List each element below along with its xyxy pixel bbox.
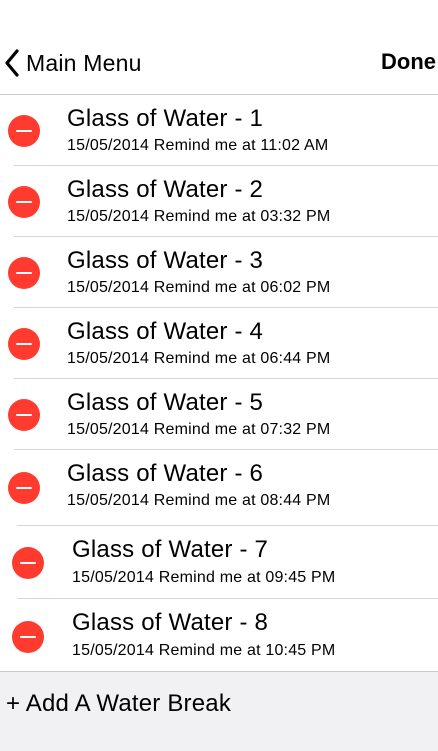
list-item[interactable]: Glass of Water - 8 15/05/2014 Remind me … bbox=[0, 599, 438, 671]
item-subtitle: 15/05/2014 Remind me at 11:02 AM bbox=[67, 137, 329, 154]
list-item[interactable]: Glass of Water - 2 15/05/2014 Remind me … bbox=[0, 166, 438, 237]
list-item[interactable]: Glass of Water - 7 15/05/2014 Remind me … bbox=[0, 526, 438, 599]
delete-button[interactable] bbox=[8, 472, 40, 504]
delete-button[interactable] bbox=[8, 115, 40, 147]
item-subtitle: 15/05/2014 Remind me at 08:44 PM bbox=[67, 492, 331, 509]
item-title: Glass of Water - 6 bbox=[67, 460, 264, 487]
list-item[interactable]: Glass of Water - 3 15/05/2014 Remind me … bbox=[0, 237, 438, 308]
list-item[interactable]: Glass of Water - 5 15/05/2014 Remind me … bbox=[0, 379, 438, 450]
item-title: Glass of Water - 7 bbox=[72, 536, 269, 563]
item-subtitle: 15/05/2014 Remind me at 06:02 PM bbox=[67, 279, 331, 296]
navigation-bar: Main Menu Done bbox=[0, 0, 438, 95]
item-subtitle: 15/05/2014 Remind me at 07:32 PM bbox=[67, 421, 331, 438]
delete-button[interactable] bbox=[8, 399, 40, 431]
add-water-break-button[interactable]: + Add A Water Break bbox=[6, 690, 231, 718]
item-subtitle: 15/05/2014 Remind me at 06:44 PM bbox=[67, 350, 331, 367]
item-title: Glass of Water - 1 bbox=[67, 105, 264, 132]
delete-button[interactable] bbox=[8, 257, 40, 289]
item-title: Glass of Water - 2 bbox=[67, 176, 264, 203]
chevron-left-icon bbox=[4, 49, 20, 77]
item-subtitle: 15/05/2014 Remind me at 10:45 PM bbox=[72, 642, 336, 659]
list-item[interactable]: Glass of Water - 6 15/05/2014 Remind me … bbox=[0, 450, 438, 526]
done-button[interactable]: Done bbox=[381, 49, 436, 75]
list-item[interactable]: Glass of Water - 4 15/05/2014 Remind me … bbox=[0, 308, 438, 379]
item-title: Glass of Water - 4 bbox=[67, 318, 264, 345]
delete-button[interactable] bbox=[8, 186, 40, 218]
back-button-label: Main Menu bbox=[26, 49, 142, 76]
item-title: Glass of Water - 3 bbox=[67, 247, 264, 274]
item-title: Glass of Water - 5 bbox=[67, 389, 264, 416]
delete-button[interactable] bbox=[12, 547, 44, 579]
delete-button[interactable] bbox=[12, 621, 44, 653]
item-subtitle: 15/05/2014 Remind me at 09:45 PM bbox=[72, 569, 336, 586]
back-button[interactable]: Main Menu bbox=[4, 48, 142, 78]
delete-button[interactable] bbox=[8, 328, 40, 360]
list-item[interactable]: Glass of Water - 1 15/05/2014 Remind me … bbox=[0, 95, 438, 166]
item-title: Glass of Water - 8 bbox=[72, 609, 269, 636]
item-subtitle: 15/05/2014 Remind me at 03:32 PM bbox=[67, 208, 331, 225]
footer-toolbar: + Add A Water Break bbox=[0, 671, 438, 751]
